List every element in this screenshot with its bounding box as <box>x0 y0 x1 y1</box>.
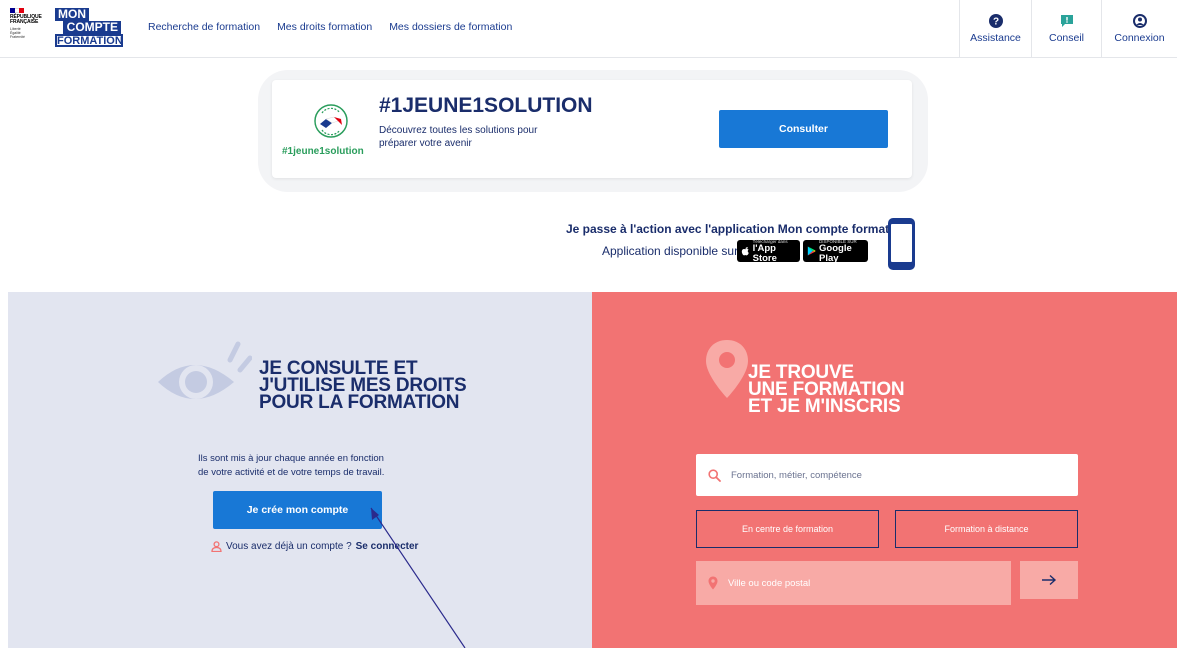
assistance-button[interactable]: ? Assistance <box>959 0 1031 58</box>
nav-recherche-formation[interactable]: Recherche de formation <box>148 21 260 33</box>
connexion-button[interactable]: Connexion <box>1101 0 1177 58</box>
city-input[interactable] <box>728 577 988 589</box>
app-promo-subline: Application disponible sur <box>602 244 739 258</box>
main-nav: Recherche de formation Mes droits format… <box>148 21 512 33</box>
conseil-label: Conseil <box>1048 32 1085 44</box>
right-title-line-3: ET JE M'INSCRIS <box>748 396 901 417</box>
google-play-badge[interactable]: DISPONIBLE SUR Google Play <box>803 239 868 264</box>
create-account-button[interactable]: Je crée mon compte <box>213 491 382 529</box>
nav-mes-dossiers[interactable]: Mes dossiers de formation <box>389 21 512 33</box>
rights-description: Ils sont mis à jour chaque année en fonc… <box>198 452 418 480</box>
france-relance-icon <box>314 104 348 138</box>
speech-bubble-icon <box>1060 15 1073 27</box>
app-promo-headline: Je passe à l'action avec l'application M… <box>566 222 915 236</box>
user-circle-icon <box>1132 14 1147 28</box>
svg-text:?: ? <box>992 17 998 28</box>
francaise-line: FRANÇAISE <box>10 19 39 25</box>
motto-fraternite: Fraternité <box>10 35 25 39</box>
jeune-solution-banner: #1jeune1solution #1JEUNE1SOLUTION Découv… <box>272 80 912 178</box>
banner-text: Découvrez toutes les solutions pour prép… <box>379 125 538 149</box>
app-store-text: Télécharger dans l'App Store <box>753 239 796 264</box>
banner-title: #1JEUNE1SOLUTION <box>379 94 593 117</box>
login-link[interactable]: Se connecter <box>356 541 419 552</box>
smartphone-icon <box>888 218 915 270</box>
consult-rights-title: JE CONSULTE ET J'UTILISE MES DROITS POUR… <box>259 359 467 413</box>
training-search-input[interactable] <box>731 469 1031 481</box>
page: RÉPUBLIQUE FRANÇAISE Liberté Égalité Fra… <box>0 0 1177 648</box>
search-submit-button[interactable] <box>1020 561 1078 599</box>
assistance-label: Assistance <box>970 32 1021 44</box>
badge-label: #1jeune1solution <box>282 146 364 157</box>
app-store-badge[interactable]: Télécharger dans l'App Store <box>737 239 800 264</box>
site-header: RÉPUBLIQUE FRANÇAISE Liberté Égalité Fra… <box>0 0 1177 58</box>
city-field[interactable] <box>696 561 1011 605</box>
eye-icon <box>158 341 252 399</box>
apple-icon <box>741 247 749 256</box>
google-play-big-text: Google Play <box>819 242 852 264</box>
find-training-title: JE TROUVE UNE FORMATION ET JE M'INSCRIS <box>748 363 905 417</box>
nav-mes-droits[interactable]: Mes droits formation <box>277 21 372 33</box>
consult-rights-panel: JE CONSULTE ET J'UTILISE MES DROITS POUR… <box>8 292 592 648</box>
distance-learning-button[interactable]: Formation à distance <box>895 510 1078 548</box>
consulter-button[interactable]: Consulter <box>719 110 888 148</box>
google-play-text: DISPONIBLE SUR Google Play <box>819 239 864 264</box>
search-icon <box>708 468 721 482</box>
motto: Liberté Égalité Fraternité <box>10 27 50 39</box>
login-prompt: Vous avez déjà un compte ? Se connecter <box>211 541 418 552</box>
question-circle-icon: ? <box>988 14 1003 28</box>
rights-description-line-1: Ils sont mis à jour chaque année en fonc… <box>198 453 384 464</box>
logo-line-compte: COMPTE <box>63 21 121 34</box>
french-flag-icon <box>10 8 25 13</box>
conseil-button[interactable]: Conseil <box>1031 0 1101 58</box>
map-pin-icon <box>706 340 748 398</box>
republique-francaise-logo[interactable]: RÉPUBLIQUE FRANÇAISE Liberté Égalité Fra… <box>10 8 50 48</box>
app-store-big-text: l'App Store <box>752 242 777 264</box>
arrow-right-icon <box>1042 574 1057 586</box>
in-center-button[interactable]: En centre de formation <box>696 510 879 548</box>
rights-description-line-2: de votre activité et de votre temps de t… <box>198 467 385 478</box>
user-icon <box>211 541 222 552</box>
left-title-line-3: POUR LA FORMATION <box>259 392 460 413</box>
find-training-panel: JE TROUVE UNE FORMATION ET JE M'INSCRIS … <box>592 292 1177 648</box>
connexion-label: Connexion <box>1114 32 1165 44</box>
logo-line-formation: FORMATION <box>55 34 123 47</box>
google-play-icon <box>807 246 816 256</box>
phone-screen <box>891 224 912 262</box>
mon-compte-formation-logo[interactable]: MON COMPTE FORMATION <box>55 8 123 47</box>
training-search-field[interactable] <box>696 454 1078 496</box>
location-pin-icon <box>708 576 718 590</box>
login-prompt-text: Vous avez déjà un compte ? <box>226 541 352 552</box>
